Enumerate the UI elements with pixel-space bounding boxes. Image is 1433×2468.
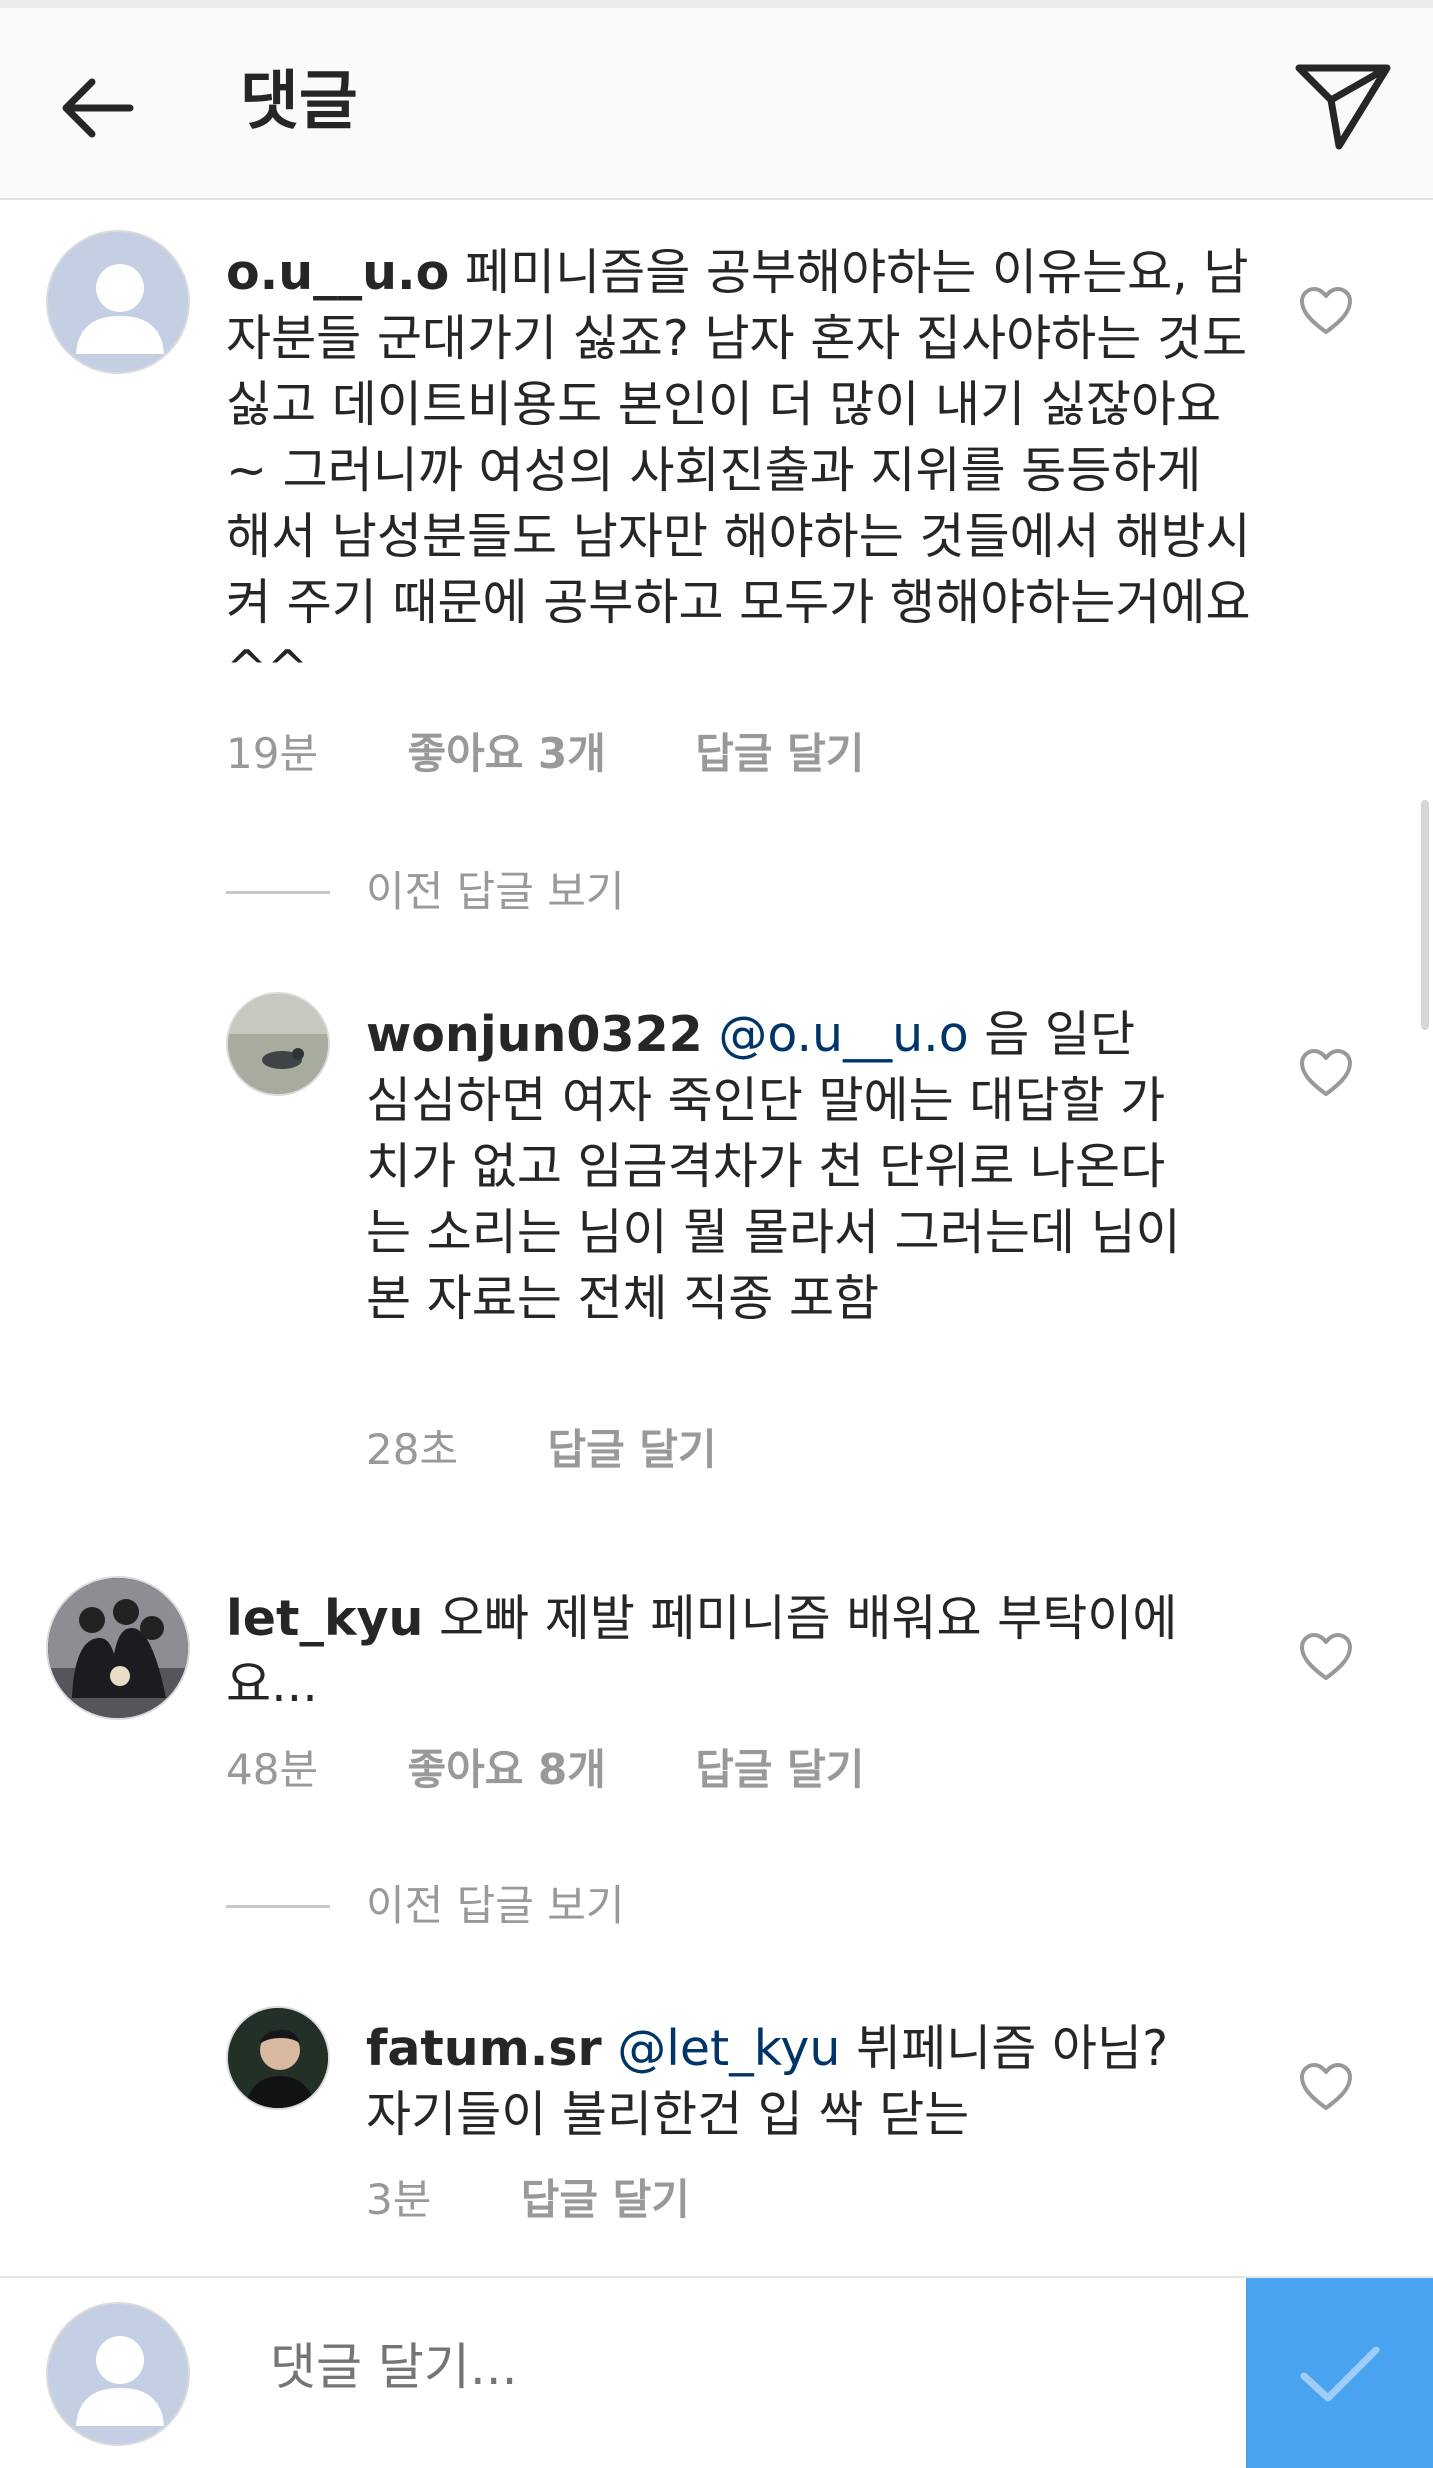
view-replies-button[interactable]: 이전 답글 보기 [226,1878,625,1934]
reply-button[interactable]: 답글 달기 [521,2172,690,2228]
heart-icon[interactable] [1298,284,1354,340]
comment-time: 48분 [226,1745,319,1794]
view-replies-button[interactable]: 이전 답글 보기 [226,864,625,920]
group-photo-icon [48,1578,188,1718]
divider [226,1904,330,1908]
view-replies-label: 이전 답글 보기 [366,1881,625,1930]
reply-username[interactable]: wonjun0322 [366,1006,703,1063]
post-button[interactable] [1246,2278,1433,2468]
avatar-let-kyu[interactable] [46,1576,190,1720]
person-photo-icon [228,2008,328,2108]
scrollbar[interactable] [1421,800,1429,1030]
comment-body: let_kyu 오빠 제발 페미니즘 배워요 부탁이에요... [226,1586,1256,1718]
heart-icon[interactable] [1298,2060,1354,2116]
heart-icon[interactable] [1298,1630,1354,1686]
divider [226,890,330,894]
likes-count[interactable]: 좋아요 8개 [407,1742,605,1798]
comment-text: 페미니즘을 공부해야하는 이유는요, 남자분들 군대가기 싫죠? 남자 혼자 집… [226,244,1251,697]
reply-mention[interactable]: @o.u__u.o [718,1006,968,1063]
reply-button[interactable]: 답글 달기 [695,1742,864,1798]
current-user-avatar [46,2302,190,2446]
comment-username[interactable]: let_kyu [226,1590,423,1647]
top-bar: 댓글 [0,0,1433,200]
likes-count[interactable]: 좋아요 3개 [407,726,605,782]
comment-username[interactable]: o.u__u.o [226,244,449,301]
reply-body: fatum.sr @let_kyu 뷔페니즘 아님? 자기들이 불리한건 입 싹… [366,2016,1186,2148]
comment-time: 19분 [226,729,319,778]
avatar-wonjun0322[interactable] [226,992,330,1096]
status-strip [0,0,1433,8]
comment-meta: 48분 좋아요 8개 답글 달기 [226,1742,940,1798]
page-title: 댓글 [240,65,358,139]
default-user-icon [48,232,188,372]
comment-meta: 19분 좋아요 3개 답글 달기 [226,726,940,782]
comment-body: o.u__u.o 페미니즘을 공부해야하는 이유는요, 남자분들 군대가기 싫죠… [226,240,1256,702]
reply-button[interactable]: 답글 달기 [695,726,864,782]
view-replies-label: 이전 답글 보기 [366,867,625,916]
avatar-o-u-u-o[interactable] [46,230,190,374]
back-button[interactable] [48,60,144,156]
comment-composer [0,2276,1433,2468]
arrow-left-icon [62,78,134,138]
reply-button[interactable]: 답글 달기 [547,1422,716,1478]
reply-meta: 3분 답글 달기 [366,2172,766,2228]
heart-icon[interactable] [1298,1046,1354,1102]
reply-username[interactable]: fatum.sr [366,2020,602,2077]
paper-plane-icon [1295,64,1391,150]
comment-input[interactable] [270,2332,1170,2402]
default-user-icon [48,2304,188,2444]
reply-mention[interactable]: @let_kyu [617,2020,840,2077]
checkmark-icon [1300,2346,1379,2402]
bird-photo-icon [228,994,328,1094]
reply-meta: 28초 답글 달기 [366,1422,793,1478]
avatar-fatum-sr[interactable] [226,2006,330,2110]
reply-time: 3분 [366,2175,432,2224]
reply-time: 28초 [366,1425,459,1474]
share-button[interactable] [1288,52,1398,162]
reply-body: wonjun0322 @o.u__u.o 음 일단 심심하면 여자 죽인단 말에… [366,1002,1186,1332]
